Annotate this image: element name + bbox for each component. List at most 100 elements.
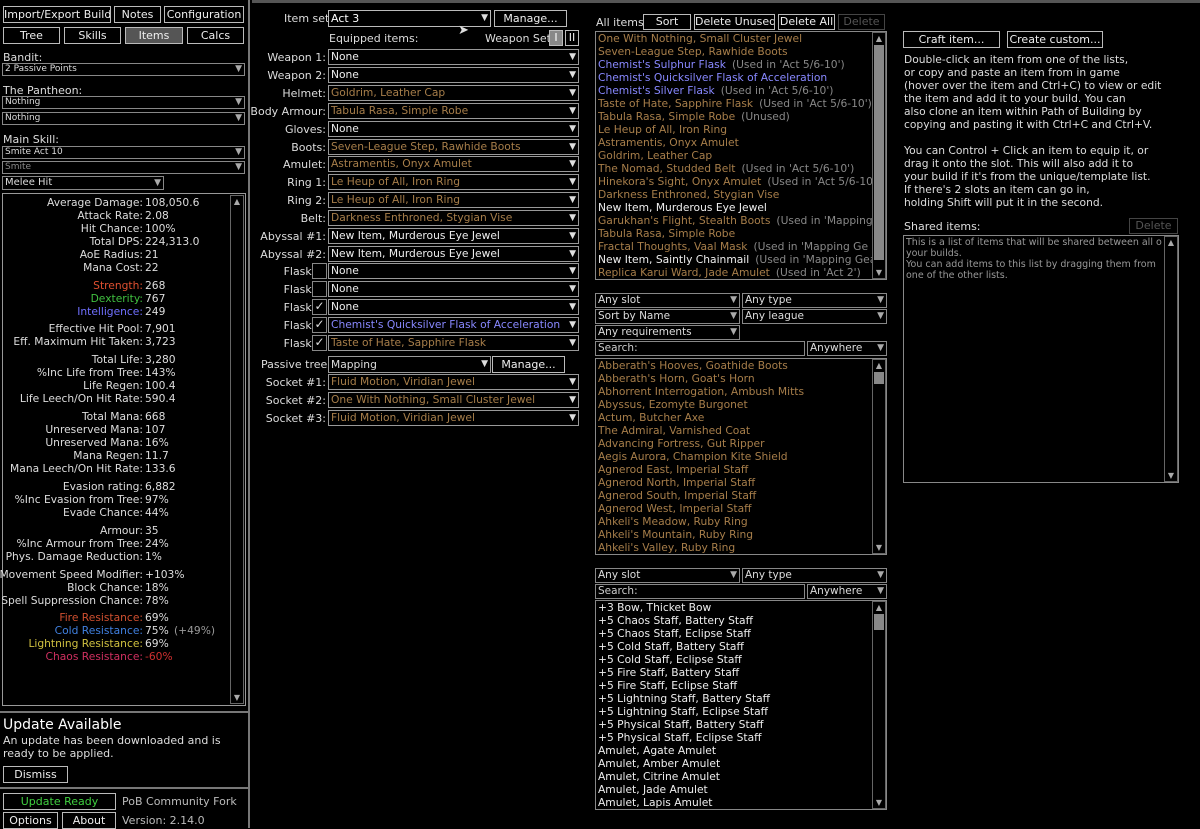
bandit-select[interactable]: 2 Passive Points ▼ [2, 63, 245, 76]
slot-select[interactable]: Astramentis, Onyx Amulet ▼ [328, 156, 579, 173]
db2-search-input[interactable]: Search: [595, 584, 805, 599]
slot-select[interactable]: Darkness Enthroned, Stygian Vise ▼ [328, 210, 579, 227]
db1-slot-select[interactable]: Any slot ▼ [595, 293, 740, 308]
tab-skills[interactable]: Skills [64, 27, 121, 44]
list-item[interactable]: Seven-League Step, Rawhide Boots [598, 45, 872, 58]
slot-select[interactable]: Le Heup of All, Iron Ring ▼ [328, 174, 579, 191]
scroll-thumb[interactable] [874, 372, 884, 384]
list-item[interactable]: +5 Fire Staff, Eclipse Staff [598, 679, 872, 692]
scroll-thumb[interactable] [874, 614, 884, 630]
flask-select[interactable]: None ▼ [328, 298, 579, 315]
socket-select[interactable]: Fluid Motion, Viridian Jewel ▼ [328, 374, 579, 390]
list-item[interactable]: +5 Physical Staff, Battery Staff [598, 718, 872, 731]
scroll-down-icon[interactable]: ▼ [873, 797, 885, 808]
flask-select[interactable]: None ▼ [328, 280, 579, 297]
list-item[interactable]: Astramentis, Onyx Amulet [598, 136, 872, 149]
list-item[interactable]: Taste of Hate, Sapphire Flask (Used in 'A… [598, 97, 872, 110]
weapon-set-2-button[interactable]: II [565, 30, 579, 46]
db1-type-select[interactable]: Any type ▼ [742, 293, 887, 308]
pantheon-minor-select[interactable]: Nothing ▼ [2, 112, 245, 125]
list-item[interactable]: +5 Fire Staff, Battery Staff [598, 666, 872, 679]
flask-toggle-checkbox[interactable]: ✓ [312, 316, 327, 333]
list-item[interactable]: Tabula Rasa, Simple Robe (Unused) [598, 110, 872, 123]
pantheon-major-select[interactable]: Nothing ▼ [2, 96, 245, 109]
tab-calcs[interactable]: Calcs [187, 27, 244, 44]
scroll-down-icon[interactable]: ▼ [231, 692, 243, 703]
unique-db-scrollbar[interactable]: ▲ ▼ [872, 359, 886, 554]
list-item[interactable]: The Admiral, Varnished Coat [598, 424, 872, 437]
flask-toggle-checkbox[interactable]: ✓ [312, 334, 327, 351]
list-item[interactable]: Fractal Thoughts, Vaal Mask (Used in 'Map… [598, 240, 872, 253]
slot-select[interactable]: None ▼ [328, 49, 579, 65]
all-items-scrollbar[interactable]: ▲ ▼ [872, 32, 886, 279]
slot-select[interactable]: New Item, Murderous Eye Jewel ▼ [328, 245, 579, 262]
slot-select[interactable]: New Item, Murderous Eye Jewel ▼ [328, 228, 579, 244]
list-item[interactable]: Abyssus, Ezomyte Burgonet [598, 398, 872, 411]
scroll-up-icon[interactable]: ▲ [873, 602, 885, 613]
options-button[interactable]: Options [3, 812, 58, 829]
list-item[interactable]: Amulet, Agate Amulet [598, 744, 872, 757]
slot-select[interactable]: None ▼ [328, 120, 579, 137]
delete-all-button[interactable]: Delete All [778, 14, 835, 30]
scroll-up-icon[interactable]: ▲ [873, 33, 885, 44]
list-item[interactable]: Advancing Fortress, Gut Ripper [598, 437, 872, 450]
craft-item-button[interactable]: Craft item... [903, 31, 1000, 48]
scroll-down-icon[interactable]: ▼ [1165, 470, 1177, 481]
socket-select[interactable]: Fluid Motion, Viridian Jewel ▼ [328, 409, 579, 426]
list-item[interactable]: New Item, Murderous Eye Jewel [598, 201, 872, 214]
template-db-scrollbar[interactable]: ▲ ▼ [872, 601, 886, 809]
flask-toggle-checkbox[interactable] [312, 280, 327, 297]
list-item[interactable]: Tabula Rasa, Simple Robe [598, 227, 872, 240]
list-item[interactable]: Agnerod North, Imperial Staff [598, 476, 872, 489]
list-item[interactable]: Amulet, Jade Amulet [598, 783, 872, 796]
list-item[interactable]: Abberath's Horn, Goat's Horn [598, 372, 872, 385]
configuration-button[interactable]: Configuration [164, 6, 244, 23]
list-item[interactable]: +5 Lightning Staff, Battery Staff [598, 692, 872, 705]
list-item[interactable]: Ahkeli's Meadow, Ruby Ring [598, 515, 872, 528]
item-set-manage-button[interactable]: Manage... [494, 10, 567, 27]
passive-tree-select[interactable]: Mapping ▼ [328, 356, 491, 373]
slot-select[interactable]: Le Heup of All, Iron Ring ▼ [328, 192, 579, 209]
list-item[interactable]: Ahkeli's Valley, Ruby Ring [598, 541, 872, 553]
list-item[interactable]: Darkness Enthroned, Stygian Vise [598, 188, 872, 201]
flask-select[interactable]: Chemist's Quicksilver Flask of Accelerat… [328, 316, 579, 333]
stats-scrollbar[interactable]: ▲ ▼ [230, 195, 244, 704]
tab-tree[interactable]: Tree [3, 27, 60, 44]
tab-items[interactable]: Items [125, 27, 183, 44]
shared-scrollbar[interactable]: ▲ ▼ [1164, 236, 1178, 482]
slot-select[interactable]: None ▼ [328, 66, 579, 83]
scroll-down-icon[interactable]: ▼ [873, 542, 885, 553]
update-ready-button[interactable]: Update Ready [3, 793, 116, 810]
db2-type-select[interactable]: Any type ▼ [742, 568, 887, 583]
list-item[interactable]: New Item, Saintly Chainmail (Used in 'Map… [598, 253, 872, 266]
weapon-set-1-button[interactable]: I [549, 30, 563, 46]
scroll-up-icon[interactable]: ▲ [873, 360, 885, 371]
db1-search-input[interactable]: Search: [595, 341, 805, 356]
list-item[interactable]: Ahkeli's Mountain, Ruby Ring [598, 528, 872, 541]
flask-toggle-checkbox[interactable] [312, 263, 327, 279]
about-button[interactable]: About [62, 812, 116, 829]
passive-tree-manage-button[interactable]: Manage... [492, 356, 565, 373]
list-item[interactable]: Agnerod South, Imperial Staff [598, 489, 872, 502]
list-item[interactable]: Amulet, Citrine Amulet [598, 770, 872, 783]
slot-select[interactable]: Seven-League Step, Rawhide Boots ▼ [328, 138, 579, 155]
db1-league-select[interactable]: Any league ▼ [742, 309, 887, 324]
list-item[interactable]: Chemist's Silver Flask (Used in 'Act 5/6-… [598, 84, 872, 97]
list-item[interactable]: Chemist's Quicksilver Flask of Accelerat… [598, 71, 872, 84]
skill-part-select[interactable]: Melee Hit ▼ [2, 176, 164, 190]
list-item[interactable]: Amulet, Amber Amulet [598, 757, 872, 770]
delete-unused-button[interactable]: Delete Unused [694, 14, 775, 30]
list-item[interactable]: The Nomad, Studded Belt (Used in 'Act 5/6… [598, 162, 872, 175]
list-item[interactable]: Agnerod West, Imperial Staff [598, 502, 872, 515]
list-item[interactable]: Chemist's Sulphur Flask (Used in 'Act 5/6… [598, 58, 872, 71]
flask-select[interactable]: None ▼ [328, 263, 579, 279]
list-item[interactable]: +5 Chaos Staff, Battery Staff [598, 614, 872, 627]
shared-delete-button[interactable]: Delete [1129, 218, 1178, 234]
scroll-down-icon[interactable]: ▼ [873, 267, 885, 278]
list-item[interactable]: Replica Karui Ward, Jade Amulet (Used in … [598, 266, 872, 278]
scroll-up-icon[interactable]: ▲ [1165, 237, 1177, 248]
create-custom-button[interactable]: Create custom... [1007, 31, 1103, 48]
list-item[interactable]: Garukhan's Flight, Stealth Boots (Used in… [598, 214, 872, 227]
list-item[interactable]: +5 Chaos Staff, Eclipse Staff [598, 627, 872, 640]
list-item[interactable]: +5 Cold Staff, Battery Staff [598, 640, 872, 653]
